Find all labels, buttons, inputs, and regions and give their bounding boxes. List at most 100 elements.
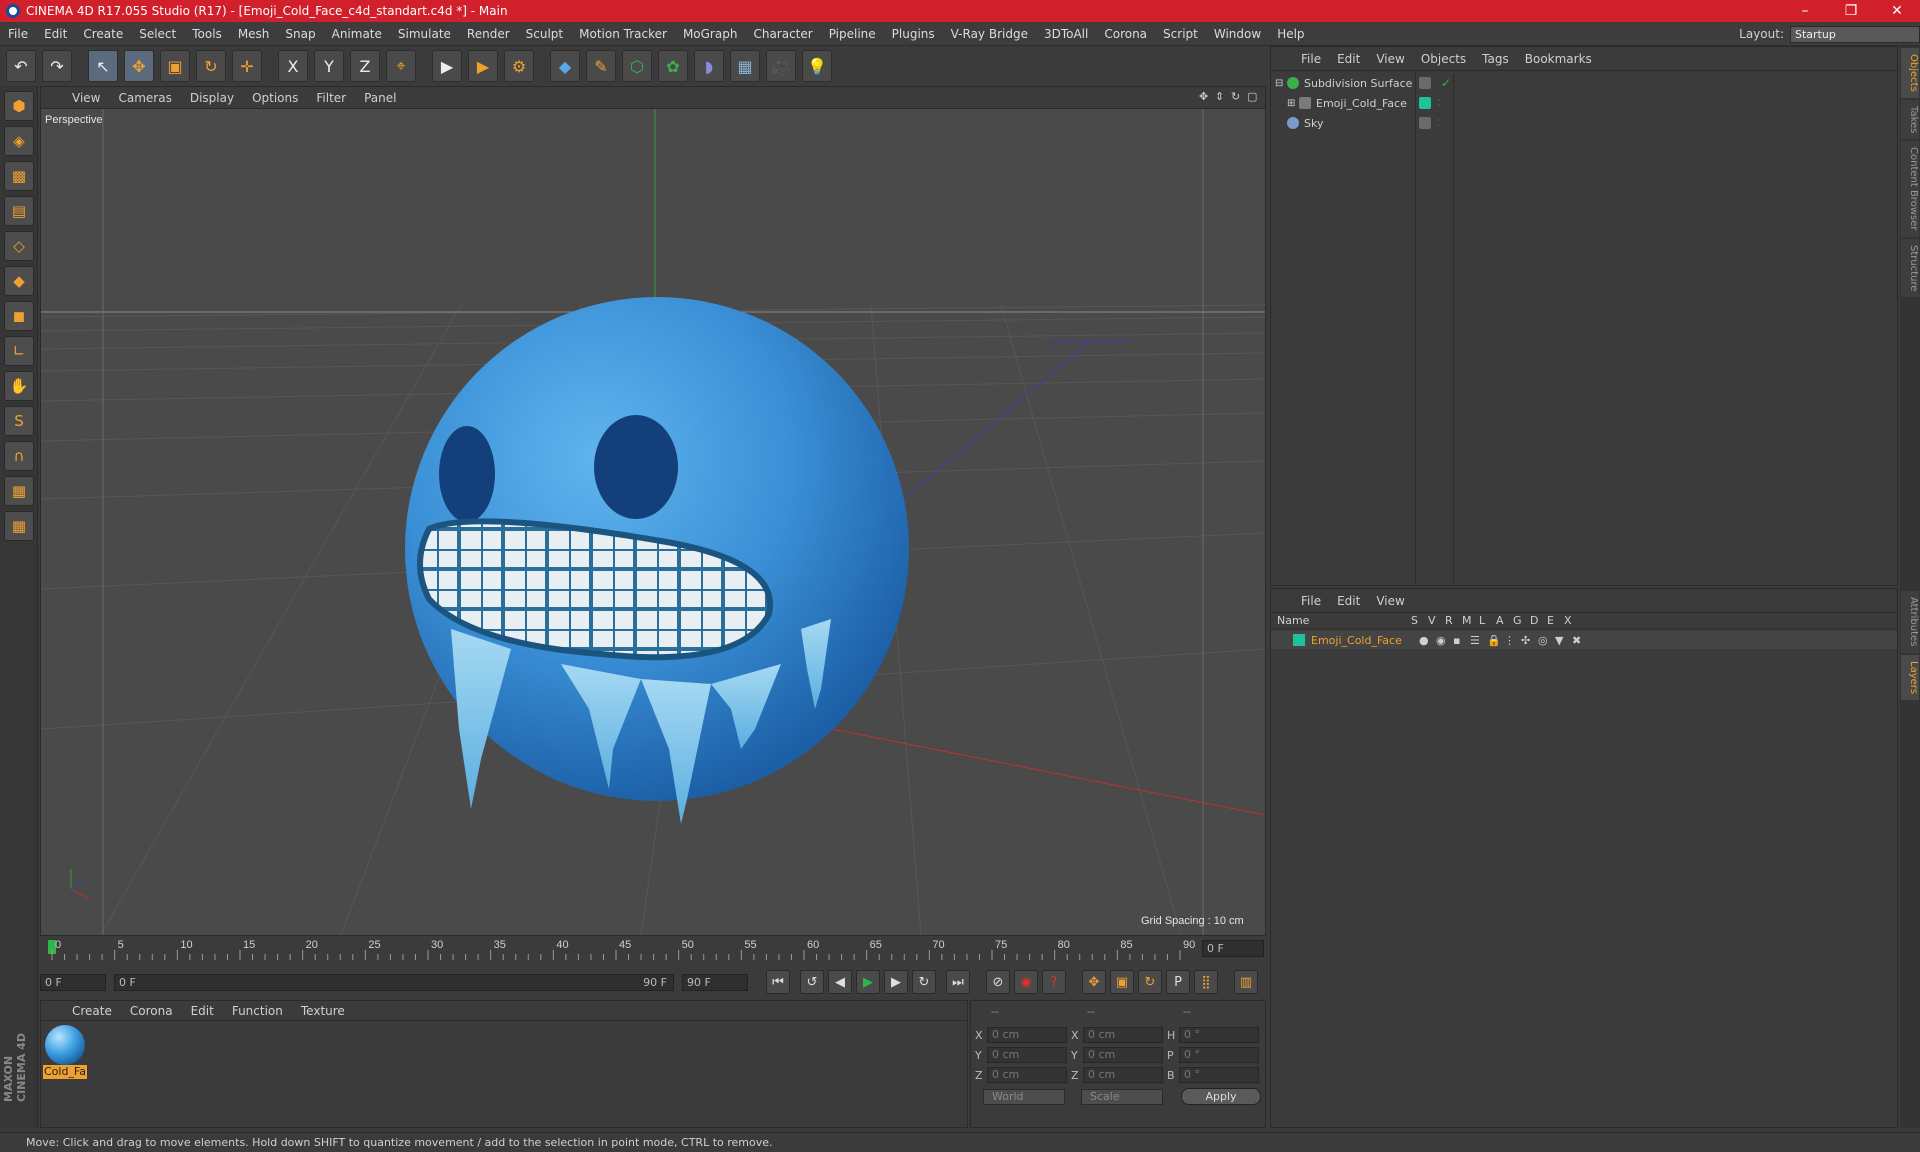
grid-snap-icon[interactable]: ▦ (4, 511, 34, 541)
play-icon[interactable]: ▶ (856, 970, 880, 994)
material-menu-texture[interactable]: Texture (292, 1004, 354, 1018)
animation-toggle-icon[interactable]: ⋮ (1504, 634, 1521, 647)
light-button[interactable]: 💡 (802, 50, 832, 82)
size-x-field[interactable]: 0 cm (1083, 1027, 1163, 1043)
move-tool-button[interactable]: ✥ (124, 50, 154, 82)
manager-toggle-icon[interactable]: ☰ (1470, 634, 1487, 647)
visibility-dots-icon[interactable]: ⁚ (1437, 98, 1440, 109)
menu-plugins[interactable]: Plugins (884, 27, 943, 41)
objmgr-menu-edit[interactable]: Edit (1329, 52, 1368, 66)
layermgr-menu-file[interactable]: File (1293, 594, 1329, 608)
objmgr-menu-view[interactable]: View (1368, 52, 1412, 66)
position-y-field[interactable]: 0 cm (987, 1047, 1067, 1063)
scale-tool-button[interactable]: ▣ (160, 50, 190, 82)
polygons-mode-icon[interactable]: ◼ (4, 301, 34, 331)
render-settings-button[interactable]: ⚙ (504, 50, 534, 82)
rotate-view-icon[interactable]: ↻ (1231, 90, 1243, 104)
viewport-menu-panel[interactable]: Panel (355, 91, 405, 105)
viewport-menu-cameras[interactable]: Cameras (109, 91, 180, 105)
visibility-dots-icon[interactable] (1419, 77, 1431, 89)
rotate-tool-button[interactable]: ↻ (196, 50, 226, 82)
menu-3dtoall[interactable]: 3DToAll (1036, 27, 1096, 41)
menu-character[interactable]: Character (745, 27, 820, 41)
autokey-icon[interactable]: ◉ (1014, 970, 1038, 994)
point-level-key-icon[interactable]: ⣿ (1194, 970, 1218, 994)
menu-mesh[interactable]: Mesh (230, 27, 278, 41)
menu-window[interactable]: Window (1206, 27, 1269, 41)
visible-toggle-icon[interactable]: ◉ (1436, 634, 1453, 647)
solo-mode-icon[interactable]: S (4, 406, 34, 436)
array-button[interactable]: ✿ (658, 50, 688, 82)
coord-space-dropdown[interactable]: World (983, 1089, 1065, 1105)
layer-color-icon[interactable] (1419, 97, 1431, 109)
menu-create[interactable]: Create (75, 27, 131, 41)
viewport-menu-filter[interactable]: Filter (307, 91, 355, 105)
workplane-mode-icon[interactable]: ▤ (4, 196, 34, 226)
start-frame-field[interactable]: 0 F (40, 973, 106, 991)
menu-sculpt[interactable]: Sculpt (518, 27, 571, 41)
axis-mode-icon[interactable]: ∟ (4, 336, 34, 366)
menu-render[interactable]: Render (459, 27, 518, 41)
deformer-button[interactable]: ◗ (694, 50, 724, 82)
tab-takes[interactable]: Takes (1901, 99, 1919, 140)
layout-dropdown[interactable]: Startup (1790, 25, 1920, 43)
next-key-icon[interactable]: ↻ (912, 970, 936, 994)
expand-icon[interactable]: ⊞ (1287, 98, 1299, 109)
rotation-p-field[interactable]: 0 ° (1179, 1047, 1259, 1063)
generators-toggle-icon[interactable]: ✣ (1521, 634, 1538, 647)
viewport-menu-view[interactable]: View (63, 91, 109, 105)
toggle-view-icon[interactable]: ▢ (1247, 90, 1259, 104)
coordinate-system-button[interactable]: ⌖ (386, 50, 416, 82)
rotation-key-icon[interactable]: ↻ (1138, 970, 1162, 994)
menu-help[interactable]: Help (1269, 27, 1312, 41)
lock-toggle-icon[interactable]: 🔒 (1487, 634, 1504, 647)
menu-script[interactable]: Script (1155, 27, 1206, 41)
viewport-menu-options[interactable]: Options (243, 91, 307, 105)
end-frame-field[interactable]: 90 F (682, 973, 748, 991)
position-x-field[interactable]: 0 cm (987, 1027, 1067, 1043)
tab-content-browser[interactable]: Content Browser (1901, 141, 1919, 237)
go-to-end-icon[interactable]: ⏭ (946, 970, 970, 994)
tab-structure[interactable]: Structure (1901, 238, 1919, 298)
redo-button[interactable]: ↷ (42, 50, 72, 82)
menu-tools[interactable]: Tools (184, 27, 230, 41)
render-view-button[interactable]: ▶ (432, 50, 462, 82)
make-editable-icon[interactable]: ⬢ (4, 91, 34, 121)
model-mode-icon[interactable]: ◈ (4, 126, 34, 156)
objmgr-menu-file[interactable]: File (1293, 52, 1329, 66)
material-menu-edit[interactable]: Edit (182, 1004, 223, 1018)
pan-view-icon[interactable]: ✥ (1199, 90, 1211, 104)
collapse-icon[interactable]: ⊟ (1275, 78, 1287, 89)
menu-corona[interactable]: Corona (1096, 27, 1155, 41)
keyframe-selection-icon[interactable]: ? (1042, 970, 1066, 994)
material-swatch[interactable]: Cold_Fa (43, 1025, 87, 1083)
tab-layers[interactable]: Layers (1901, 654, 1919, 700)
objmgr-menu-tags[interactable]: Tags (1474, 52, 1517, 66)
menu-mograph[interactable]: MoGraph (675, 27, 746, 41)
menu-file[interactable]: File (0, 27, 36, 41)
deformers-toggle-icon[interactable]: ◎ (1538, 634, 1555, 647)
menu-pipeline[interactable]: Pipeline (821, 27, 884, 41)
parameter-key-icon[interactable]: P (1166, 970, 1190, 994)
apply-button[interactable]: Apply (1181, 1088, 1261, 1105)
render-picture-viewer-button[interactable]: ▶ (468, 50, 498, 82)
material-menu-function[interactable]: Function (223, 1004, 292, 1018)
menu-select[interactable]: Select (131, 27, 184, 41)
cube-object-button[interactable]: ◆ (550, 50, 580, 82)
points-mode-icon[interactable]: ◇ (4, 231, 34, 261)
minimize-button[interactable]: – (1782, 3, 1828, 19)
floor-button[interactable]: ▦ (730, 50, 760, 82)
timeline-ruler[interactable]: 0 5 10 15 20 25 30 35 40 45 50 55 60 65 70 75 80 85 90 0 F (40, 936, 1266, 962)
tab-attributes[interactable]: Attributes (1901, 591, 1919, 653)
xref-toggle-icon[interactable]: ✖ (1572, 634, 1589, 647)
maximize-button[interactable]: ❐ (1828, 3, 1874, 19)
rotation-h-field[interactable]: 0 ° (1179, 1027, 1259, 1043)
layer-row[interactable]: Emoji_Cold_Face ● ◉ ▪ ☰ 🔒 ⋮ ✣ ◎ ▼ ✖ (1271, 631, 1897, 649)
menu-motion-tracker[interactable]: Motion Tracker (571, 27, 675, 41)
y-axis-button[interactable]: Y (314, 50, 344, 82)
render-toggle-icon[interactable]: ▪ (1453, 634, 1470, 647)
objmgr-menu-objects[interactable]: Objects (1413, 52, 1474, 66)
material-menu-create[interactable]: Create (63, 1004, 121, 1018)
object-row-subdivision[interactable]: ⊟ Subdivision Surface ✓ (1271, 73, 1897, 93)
camera-button[interactable]: 🎥 (766, 50, 796, 82)
